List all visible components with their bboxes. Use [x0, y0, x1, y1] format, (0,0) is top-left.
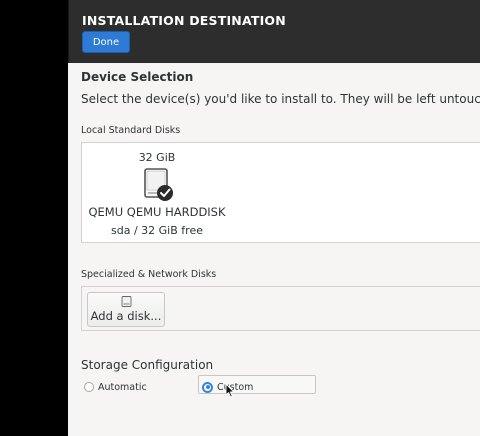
- radio-automatic[interactable]: Automatic: [84, 378, 147, 396]
- device-selection-description: Select the device(s) you'd like to insta…: [81, 92, 480, 106]
- network-disks-panel: Add a disk...: [81, 286, 480, 331]
- radio-button-unchecked[interactable]: [84, 382, 94, 392]
- local-disks-panel: 32 GiB QEMU QEMU HARDDISK sda / 32 GiB f…: [81, 142, 480, 243]
- local-disks-label: Local Standard Disks: [81, 125, 181, 136]
- storage-configuration-heading: Storage Configuration: [81, 358, 214, 372]
- add-disk-label: Add a disk...: [90, 309, 162, 323]
- radio-automatic-label: Automatic: [98, 381, 147, 393]
- main-content: Device Selection Select the device(s) yo…: [68, 63, 480, 436]
- page-title: INSTALLATION DESTINATION: [82, 13, 286, 28]
- disk-tile-sda[interactable]: 32 GiB QEMU QEMU HARDDISK sda / 32 GiB f…: [82, 143, 232, 243]
- disk-name: QEMU QEMU HARDDISK: [88, 205, 226, 219]
- harddisk-checked-icon: [144, 168, 173, 201]
- spoke-header: INSTALLATION DESTINATION Done: [68, 0, 480, 63]
- disk-free-space: sda / 32 GiB free: [111, 224, 203, 237]
- add-disk-button[interactable]: Add a disk...: [87, 292, 165, 327]
- done-button[interactable]: Done: [82, 31, 130, 53]
- mouse-pointer-icon: [225, 383, 235, 398]
- device-selection-heading: Device Selection: [81, 70, 194, 84]
- network-disks-label: Specialized & Network Disks: [81, 269, 217, 280]
- harddisk-icon: [121, 296, 132, 307]
- left-gutter: [0, 0, 68, 436]
- radio-button-checked[interactable]: [202, 381, 213, 393]
- radio-custom-label: Custom: [217, 381, 254, 393]
- disk-size: 32 GiB: [138, 151, 176, 164]
